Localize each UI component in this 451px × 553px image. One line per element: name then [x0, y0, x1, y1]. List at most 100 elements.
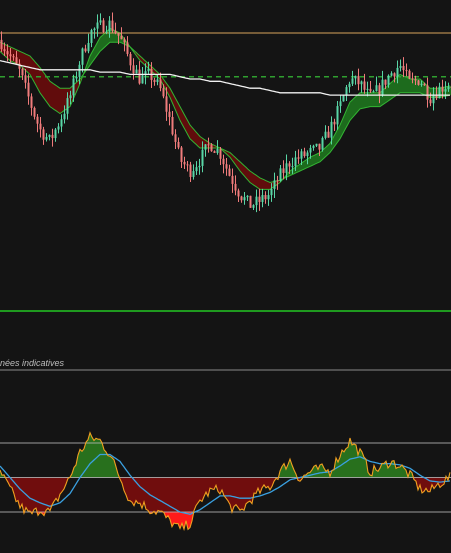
- oscillator-bear-fill: [246, 477, 248, 504]
- trading-chart: [0, 12, 451, 532]
- candle-up: [72, 78, 75, 96]
- oscillator-bear-fill: [162, 477, 164, 513]
- candle-down: [21, 68, 24, 76]
- candle-down: [0, 39, 3, 50]
- candle-up: [57, 126, 60, 130]
- oscillator-bull-fill: [382, 463, 384, 478]
- candle-down: [264, 195, 267, 200]
- candle-up: [348, 83, 351, 88]
- candle-up: [336, 106, 339, 125]
- candle-down: [132, 65, 135, 74]
- candle-up: [156, 79, 159, 83]
- candle-up: [339, 101, 342, 107]
- oscillator-bull-fill: [108, 455, 110, 478]
- oscillator-bull-fill: [360, 448, 362, 478]
- cloud-segment: [60, 88, 63, 114]
- candle-up: [360, 81, 363, 85]
- candle-down: [276, 180, 279, 182]
- oscillator-bear-fill: [196, 477, 198, 506]
- candle-down: [408, 70, 411, 79]
- candle-up: [330, 121, 333, 138]
- candle-up: [366, 88, 369, 90]
- candle-up: [309, 147, 312, 153]
- candle-down: [168, 111, 171, 117]
- candle-down: [318, 143, 321, 150]
- candle-up: [420, 83, 423, 85]
- oscillator-bear-fill: [34, 477, 36, 510]
- candle-down: [225, 164, 228, 169]
- candle-down: [219, 148, 222, 159]
- candle-down: [12, 56, 15, 58]
- candle-up: [432, 95, 435, 104]
- candle-up: [279, 168, 282, 182]
- candle-up: [399, 65, 402, 68]
- cloud-segment: [45, 74, 48, 104]
- candle-up: [60, 119, 63, 127]
- oscillator-bull-fill: [392, 460, 394, 478]
- price-panel: [0, 12, 451, 213]
- oscillator-bull-fill: [98, 439, 100, 478]
- candle-up: [387, 75, 390, 85]
- oscillator-bear-fill: [160, 477, 162, 512]
- oscillator-bear-fill: [28, 477, 30, 512]
- oscillator-bear-fill: [238, 477, 240, 511]
- cloud-segment: [51, 81, 54, 110]
- candle-down: [222, 158, 225, 165]
- candle-up: [321, 137, 324, 150]
- oscillator-bull-fill: [86, 439, 88, 478]
- candle-down: [24, 75, 27, 83]
- candle-down: [15, 57, 18, 64]
- candle-up: [294, 157, 297, 167]
- candle-up: [300, 151, 303, 159]
- candle-up: [216, 148, 219, 153]
- oscillator-bull-fill: [110, 456, 112, 478]
- candle-down: [258, 196, 261, 203]
- oscillator-bull-fill: [100, 439, 102, 478]
- candle-up: [372, 91, 375, 93]
- candle-down: [288, 163, 291, 167]
- oscillator-bear-fill: [154, 477, 156, 515]
- oscillator-bear-fill: [32, 477, 34, 514]
- candle-up: [66, 98, 69, 114]
- candle-up: [45, 136, 48, 140]
- candle-down: [102, 20, 105, 33]
- oscillator-bear-fill: [42, 477, 44, 516]
- candle-down: [249, 195, 252, 208]
- candle-down: [441, 86, 444, 92]
- candle-up: [267, 195, 270, 200]
- candle-down: [426, 85, 429, 100]
- candle-up: [204, 144, 207, 150]
- oscillator-bull-fill: [398, 466, 400, 478]
- candle-down: [234, 183, 237, 191]
- oscillator-extreme-fill: [176, 512, 178, 524]
- candle-up: [99, 20, 102, 23]
- oscillator-bear-fill: [138, 477, 140, 504]
- candle-down: [303, 151, 306, 157]
- oscillator-bull-fill: [80, 449, 82, 478]
- candle-down: [186, 164, 189, 166]
- candle-down: [114, 30, 117, 34]
- candle-up: [285, 163, 288, 173]
- oscillator-bear-fill: [158, 477, 160, 512]
- candle-down: [369, 88, 372, 92]
- candle-down: [402, 65, 405, 71]
- candle-down: [435, 95, 438, 99]
- candle-down: [207, 144, 210, 146]
- candle-up: [81, 48, 84, 65]
- candle-down: [357, 75, 360, 85]
- oscillator-bear-fill: [422, 477, 424, 493]
- oscillator-bear-fill: [146, 477, 148, 511]
- candle-up: [447, 86, 450, 90]
- candle-down: [429, 99, 432, 104]
- candle-down: [120, 35, 123, 40]
- oscillator-bear-fill: [240, 477, 242, 511]
- candle-down: [162, 88, 165, 97]
- oscillator-extreme-fill: [174, 512, 176, 524]
- candle-up: [108, 20, 111, 32]
- candle-up: [246, 195, 249, 198]
- candle-down: [405, 70, 408, 72]
- candle-down: [213, 151, 216, 153]
- cloud-segment: [57, 86, 60, 114]
- candle-up: [87, 42, 90, 52]
- candle-down: [126, 42, 129, 54]
